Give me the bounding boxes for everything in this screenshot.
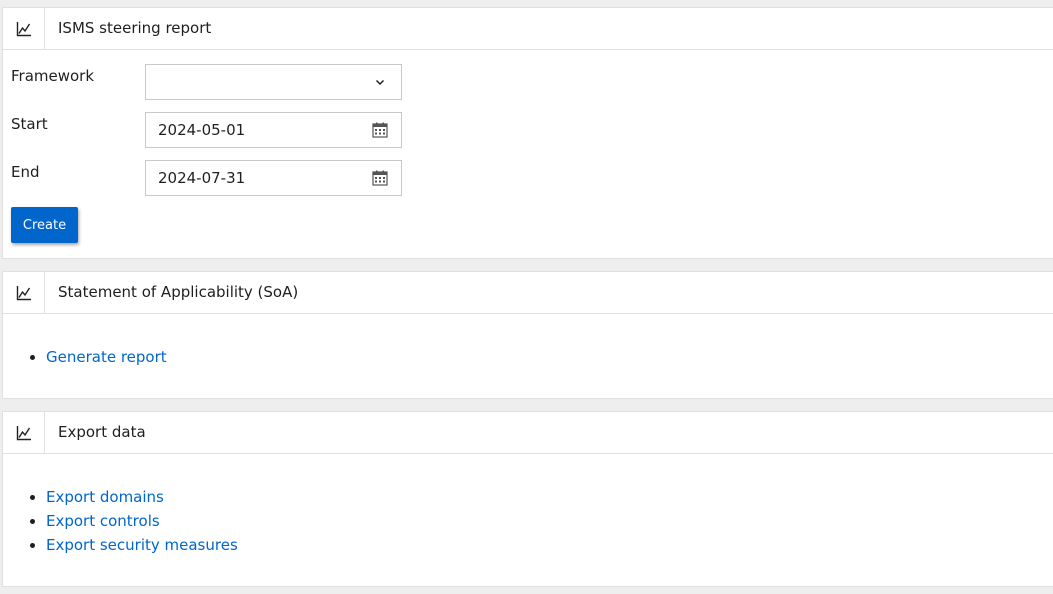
generate-report-link[interactable]: Generate report [46,348,167,366]
export-domains-link[interactable]: Export domains [46,488,164,506]
framework-label: Framework [11,67,95,85]
panel-header: ISMS steering report [3,8,1053,50]
list-item: Export controls [46,509,238,533]
start-date-input[interactable]: 2024-05-01 [145,112,402,148]
end-date-value: 2024-07-31 [158,169,246,187]
line-chart-icon [3,412,45,453]
panel-title: Statement of Applicability (SoA) [58,283,299,301]
soa-panel: Statement of Applicability (SoA) Generat… [2,271,1053,399]
calendar-icon[interactable] [372,170,388,186]
panel-header: Export data [3,412,1053,454]
create-button[interactable]: Create [11,207,78,243]
panel-title: ISMS steering report [58,19,212,37]
end-label: End [11,163,40,181]
list-item: Export domains [46,485,238,509]
start-date-value: 2024-05-01 [158,121,246,139]
line-chart-icon [3,8,45,49]
list-item: Generate report [46,345,167,369]
panel-header: Statement of Applicability (SoA) [3,272,1053,314]
export-data-panel: Export data Export domains Export contro… [2,411,1053,587]
calendar-icon[interactable] [372,122,388,138]
panel-title: Export data [58,423,146,441]
export-controls-link[interactable]: Export controls [46,512,160,530]
list-item: Export security measures [46,533,238,557]
chevron-down-icon [372,74,388,90]
steering-report-panel: ISMS steering report Framework Start 202… [2,7,1053,259]
framework-select[interactable] [145,64,402,100]
line-chart-icon [3,272,45,313]
end-date-input[interactable]: 2024-07-31 [145,160,402,196]
export-security-measures-link[interactable]: Export security measures [46,536,238,554]
soa-link-list: Generate report [3,345,167,369]
start-label: Start [11,115,48,133]
export-link-list: Export domains Export controls Export se… [3,485,238,557]
